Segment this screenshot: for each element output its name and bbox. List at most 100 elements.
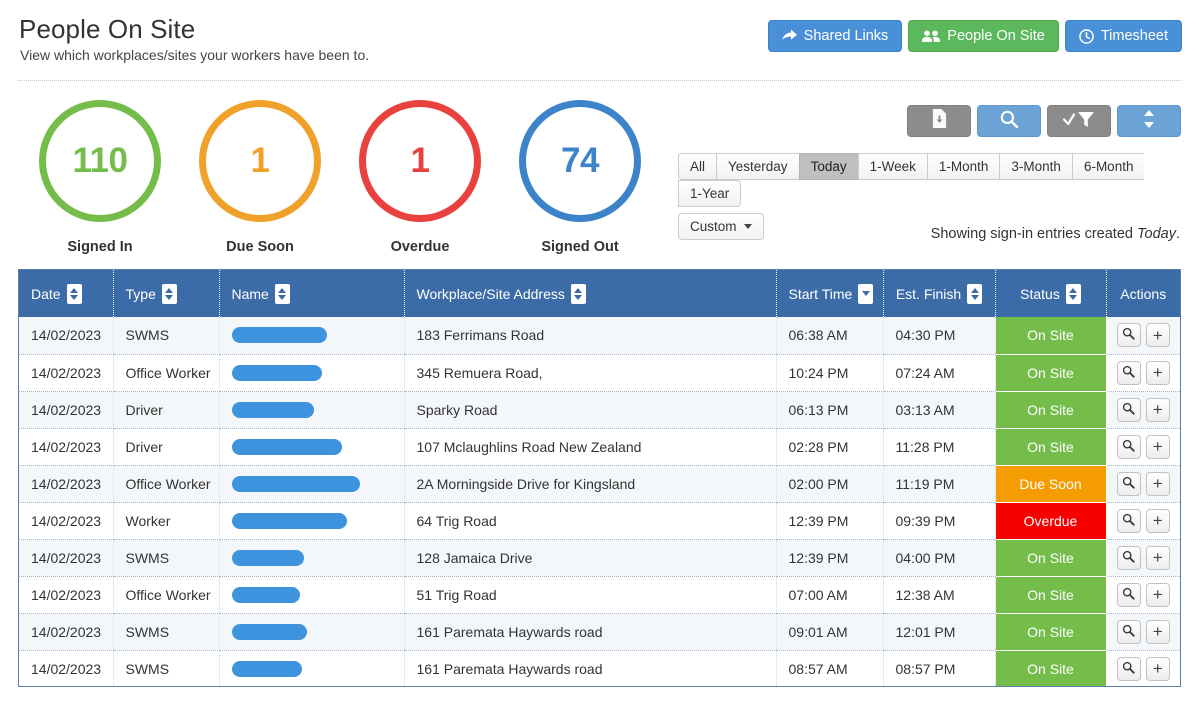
cell-address: 107 Mclaughlins Road New Zealand [404,428,777,466]
stat-overdue: 1 Overdue [340,100,500,255]
sort-toggle-start-time[interactable] [858,283,874,304]
table-row[interactable]: 14/02/2023 SWMS 183 Ferrimans Road 06:38 AM… [19,317,1180,355]
cell-est-finish: 11:19 PM [883,465,996,503]
column-header-address[interactable]: Workplace/Site Address [404,270,777,317]
overdue-circle: 1 [359,100,481,222]
column-header-est-finish[interactable]: Est. Finish [883,270,996,317]
add-entry-button[interactable]: + [1145,508,1170,533]
showing-note: Showing sign-in entries created Today. [931,226,1180,242]
column-label-address: Workplace/Site Address [416,285,565,302]
view-details-button[interactable] [1116,656,1141,681]
cell-name [219,428,405,466]
table-row[interactable]: 14/02/2023 Office Worker 345 Remuera Road,… [19,354,1180,392]
view-details-button[interactable] [1116,619,1141,644]
table-row[interactable]: 14/02/2023 Office Worker 2A Morningside Dr… [19,465,1180,503]
view-details-button[interactable] [1116,471,1141,496]
column-header-status[interactable]: Status [995,270,1107,317]
add-entry-button[interactable]: + [1145,582,1170,607]
table-row[interactable]: 14/02/2023 SWMS 128 Jamaica Drive 12:39 PM 0… [19,539,1180,577]
cell-address: 345 Remuera Road, [404,354,777,392]
showing-prefix: Showing sign-in entries created [930,226,1137,242]
filter-button[interactable] [1047,105,1111,137]
view-details-button[interactable] [1116,434,1141,459]
search-button[interactable] [977,105,1041,137]
view-details-button[interactable] [1116,582,1141,607]
cell-actions: + [1106,650,1180,686]
view-details-button[interactable] [1116,508,1141,533]
table-row[interactable]: 14/02/2023 Driver Sparky Road 06:13 PM 03:13… [19,391,1180,429]
sort-toggle-est-finish[interactable] [967,283,983,304]
magnifier-icon [1122,476,1135,492]
cell-start-time: 12:39 PM [776,539,884,577]
export-button[interactable] [907,105,971,137]
cell-date: 14/02/2023 [19,650,114,686]
timesheet-button[interactable]: Timesheet [1064,20,1182,52]
view-details-button[interactable] [1116,545,1141,570]
status-badge: Overdue [995,502,1107,540]
table-row[interactable]: 14/02/2023 SWMS 161 Paremata Haywards road… [19,613,1180,651]
cell-type: Worker [113,502,220,540]
add-entry-button[interactable]: + [1145,360,1170,385]
sort-toggle-address[interactable] [570,283,586,304]
cell-date: 14/02/2023 [19,502,114,540]
view-details-button[interactable] [1116,360,1141,385]
table-row[interactable]: 14/02/2023 Worker 64 Trig Road 12:39 PM 09:3… [19,502,1180,540]
table-row[interactable]: 14/02/2023 Driver 107 Mclaughlins Road New… [19,428,1180,466]
cell-name [219,613,405,651]
people-on-site-label: People On Site [947,27,1045,44]
range-yesterday[interactable]: Yesterday [716,153,799,180]
add-entry-button[interactable]: + [1145,619,1170,644]
people-on-site-button[interactable]: People On Site [908,20,1059,52]
custom-range-dropdown[interactable]: Custom [678,213,764,240]
share-icon [781,29,797,43]
add-entry-button[interactable]: + [1145,471,1170,496]
add-entry-button[interactable]: + [1145,656,1170,681]
column-label-name: Name [231,285,269,302]
table-row[interactable]: 14/02/2023 SWMS 161 Paremata Haywards road… [19,650,1180,686]
cell-address: 51 Trig Road [404,576,777,614]
sort-button[interactable] [1117,105,1181,137]
cell-start-time: 06:38 AM [776,317,884,355]
table-row[interactable]: 14/02/2023 Office Worker 51 Trig Road 07:00… [19,576,1180,614]
column-header-date[interactable]: Date [19,270,114,317]
add-entry-button[interactable]: + [1145,397,1170,422]
cell-date: 14/02/2023 [19,317,114,355]
magnifier-icon [1122,550,1135,566]
cell-actions: + [1106,391,1180,429]
sort-updown-icon [1142,109,1156,134]
column-label-actions: Actions [1120,285,1167,302]
shared-links-button[interactable]: Shared Links [767,20,903,52]
redacted-name [231,623,307,640]
stat-due-soon: 1 Due Soon [180,100,340,255]
sort-toggle-type[interactable] [161,283,177,304]
people-icon [922,29,941,43]
magnifier-icon [1122,661,1135,677]
range-6-month[interactable]: 6-Month [1071,153,1145,180]
magnifier-icon [1122,439,1135,455]
sort-toggle-date[interactable] [66,283,82,304]
cell-type: Office Worker [113,576,220,614]
add-entry-button[interactable]: + [1145,545,1170,570]
cell-name [219,650,405,686]
cell-start-time: 02:28 PM [776,428,884,466]
due-soon-label: Due Soon [226,239,294,255]
column-header-start-time[interactable]: Start Time [776,270,884,317]
cell-address: 64 Trig Road [404,502,777,540]
range-today[interactable]: Today [798,153,858,180]
stats-row: 110 Signed In 1 Due Soon 1 Overdue 74 Si… [20,100,660,255]
view-details-button[interactable] [1116,323,1141,348]
range-3-month[interactable]: 3-Month [999,153,1072,180]
range-1-month[interactable]: 1-Month [926,153,1000,180]
column-header-type[interactable]: Type [113,270,220,317]
range-1-year[interactable]: 1-Year [678,180,742,207]
add-entry-button[interactable]: + [1145,434,1170,459]
add-entry-button[interactable]: + [1145,323,1170,348]
cell-actions: + [1106,613,1180,651]
sort-toggle-status[interactable] [1065,283,1081,304]
range-all[interactable]: All [678,153,717,180]
range-1-week[interactable]: 1-Week [857,153,927,180]
cell-est-finish: 12:01 PM [883,613,996,651]
sort-toggle-name[interactable] [274,283,290,304]
column-header-name[interactable]: Name [219,270,405,317]
view-details-button[interactable] [1116,397,1141,422]
